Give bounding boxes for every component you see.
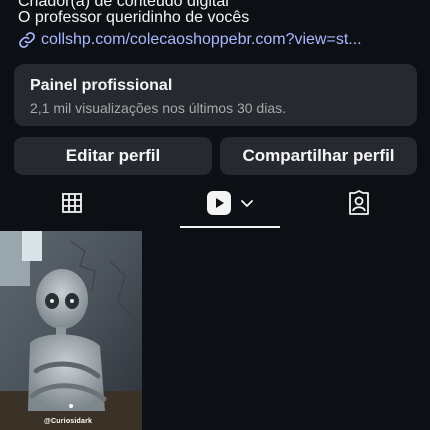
reel-thumbnail-image [0, 231, 142, 430]
profile-tabs [0, 182, 430, 228]
chevron-down-icon[interactable] [240, 196, 254, 215]
link-icon [18, 31, 36, 49]
reels-play-icon [206, 190, 232, 221]
reel-thumbnail[interactable]: @Curiosidark [0, 231, 142, 430]
grid-icon [60, 191, 84, 220]
tagged-person-icon [346, 189, 372, 221]
tab-posts-grid[interactable] [40, 182, 104, 228]
bio-text: O professor queridinho de vocês [18, 9, 250, 26]
professional-dashboard-stats: 2,1 mil visualizações nos últimos 30 dia… [30, 100, 287, 116]
bio-link-text[interactable]: collshp.com/colecaoshoppebr.com?view=st.… [41, 31, 362, 49]
bio-link[interactable]: collshp.com/colecaoshoppebr.com?view=st.… [18, 31, 362, 49]
tab-reels[interactable] [180, 182, 280, 228]
edit-profile-button[interactable]: Editar perfil [14, 137, 212, 175]
professional-dashboard-title: Painel profissional [30, 77, 173, 94]
active-tab-indicator [180, 226, 280, 228]
professional-dashboard-panel[interactable]: Painel profissional 2,1 mil visualizaçõe… [14, 64, 417, 126]
share-profile-button[interactable]: Compartilhar perfil [220, 137, 417, 175]
tab-tagged[interactable] [327, 182, 391, 228]
reel-watermark: @Curiosidark [44, 418, 93, 425]
